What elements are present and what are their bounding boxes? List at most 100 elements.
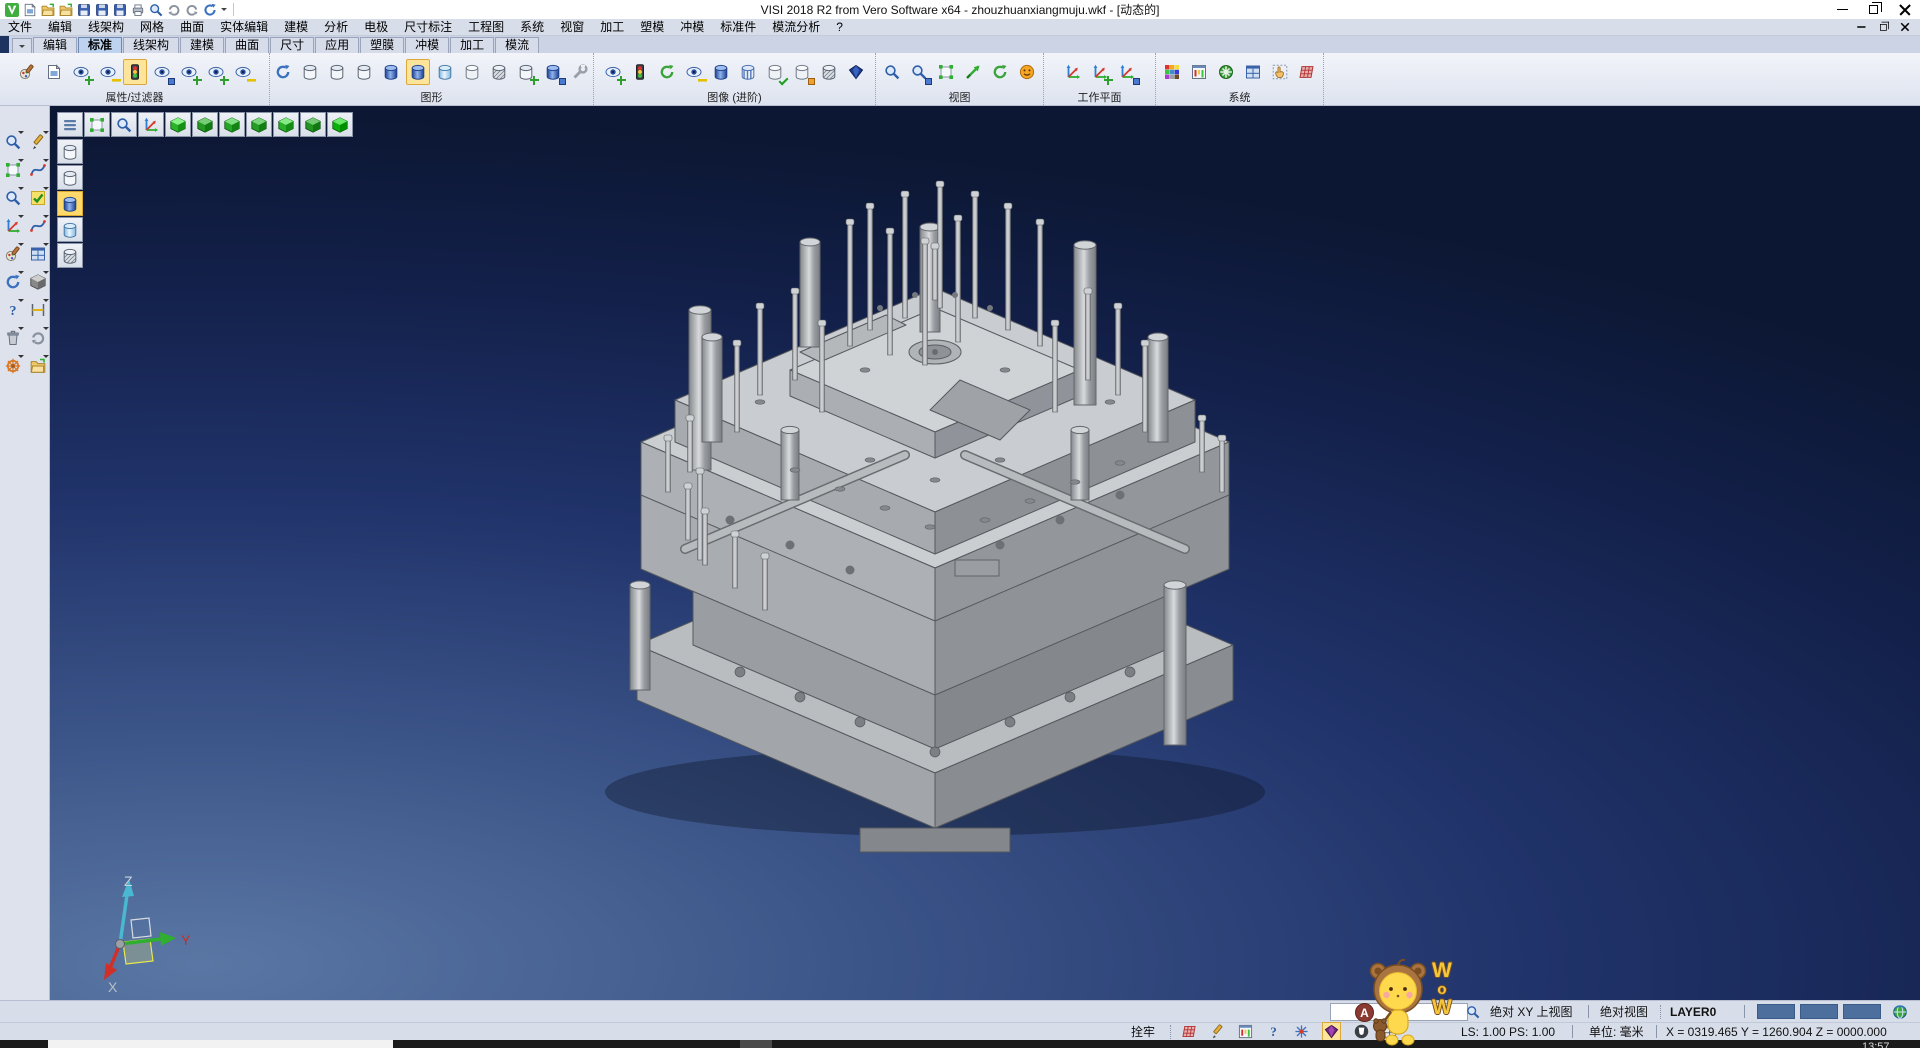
confirm-check-button[interactable] [26, 186, 49, 210]
meshed-cylinder-button[interactable] [817, 59, 841, 85]
print-icon[interactable] [131, 3, 145, 17]
tab-standard[interactable]: 标准 [78, 37, 122, 53]
tab-modeling[interactable]: 建模 [180, 37, 224, 53]
tab-application[interactable]: 应用 [315, 37, 359, 53]
display-wireframe-button[interactable] [57, 139, 83, 164]
capture-grid-icon[interactable] [1182, 1024, 1197, 1039]
layer-color-swatch-3[interactable] [1843, 1001, 1881, 1022]
show-all-button[interactable] [204, 59, 228, 85]
taskbar-button[interactable] [740, 1040, 772, 1048]
solid-cube-button[interactable] [26, 270, 49, 294]
visibility-manager-advanced-button[interactable] [628, 59, 652, 85]
workplane-triad-button[interactable] [1, 214, 24, 238]
verified-cylinder-button[interactable] [763, 59, 787, 85]
sketch-spline-button[interactable] [26, 214, 49, 238]
quick-help-icon[interactable] [1266, 1024, 1281, 1039]
zoom-assembly-button[interactable] [111, 112, 137, 137]
hide-entities-button[interactable] [96, 59, 120, 85]
zoom-window-button[interactable] [907, 59, 931, 85]
flat-cylinder-button[interactable] [460, 59, 484, 85]
visibility-manager-button[interactable] [123, 59, 147, 85]
menu-drawing[interactable]: 工程图 [460, 19, 512, 36]
history-icon[interactable] [203, 3, 217, 17]
redo-icon[interactable] [185, 3, 199, 17]
active-layer-label[interactable]: LAYER0 [1670, 1001, 1716, 1022]
menu-edit[interactable]: 编辑 [40, 19, 80, 36]
menu-system[interactable]: 系统 [512, 19, 552, 36]
menu-window[interactable]: 视窗 [552, 19, 592, 36]
menu-standard-parts[interactable]: 标准件 [712, 19, 764, 36]
view-mode-label[interactable]: 绝对视图 [1600, 1001, 1648, 1022]
zoom-frame-button[interactable] [934, 59, 958, 85]
dashed-cylinder-button[interactable] [352, 59, 376, 85]
view-cube-right-button[interactable] [300, 112, 326, 137]
display-translucent-button[interactable] [57, 217, 83, 242]
sketch-pencil-button[interactable] [26, 130, 49, 154]
view-cube-back-button[interactable] [246, 112, 272, 137]
shaded-cylinder-button[interactable] [379, 59, 403, 85]
show-entities-button[interactable] [69, 59, 93, 85]
menu-progress[interactable]: 冲模 [672, 19, 712, 36]
menu-modeling[interactable]: 建模 [276, 19, 316, 36]
attribute-paint-button[interactable] [15, 59, 39, 85]
render-options-button[interactable] [568, 59, 592, 85]
new-file-icon[interactable] [23, 3, 37, 17]
view-refresh-button[interactable] [988, 59, 1012, 85]
view-face-button[interactable] [1015, 59, 1039, 85]
save-sync-icon[interactable] [113, 3, 127, 17]
menu-solid-edit[interactable]: 实体编辑 [212, 19, 276, 36]
menu-help[interactable]: ? [828, 19, 851, 36]
undo-action-button[interactable] [26, 326, 49, 350]
tab-mould[interactable]: 塑膜 [360, 37, 404, 53]
regenerate-button[interactable] [271, 59, 295, 85]
attribute-copy-button[interactable] [42, 59, 66, 85]
view-menu-button[interactable] [57, 112, 83, 137]
zoom-frame-button[interactable] [1, 158, 24, 182]
grid-hand-button[interactable] [1268, 59, 1292, 85]
tab-dropdown-button[interactable] [12, 38, 32, 53]
doc-minimize-button[interactable] [1853, 21, 1870, 33]
workplane-entity-button[interactable] [1088, 59, 1112, 85]
plane-grid-button[interactable] [26, 242, 49, 266]
qat-dropdown-icon[interactable] [221, 8, 227, 14]
menu-dimension[interactable]: 尺寸标注 [396, 19, 460, 36]
close-button[interactable] [1889, 0, 1920, 19]
layer-columns-icon[interactable] [1238, 1024, 1253, 1039]
view-orientation-label[interactable]: 绝对 XY 上视图 [1490, 1001, 1572, 1022]
file-browser-button[interactable] [26, 354, 49, 378]
mesh-grid-button[interactable] [1295, 59, 1319, 85]
attribute-paint-button[interactable] [1, 242, 24, 266]
doc-restore-button[interactable] [1875, 21, 1892, 33]
swap-visibility-button[interactable] [150, 59, 174, 85]
view-arrow-button[interactable] [961, 59, 985, 85]
measure-distance-button[interactable] [26, 298, 49, 322]
menu-electrode[interactable]: 电极 [356, 19, 396, 36]
tab-flow[interactable]: 模流 [495, 37, 539, 53]
3d-mold-model[interactable]: Z Y X [50, 106, 1920, 1000]
desktop-mascot[interactable]: W o W [1368, 958, 1493, 1048]
snap-point-icon[interactable] [1294, 1024, 1309, 1039]
view-cube-bottom-button[interactable] [192, 112, 218, 137]
units-label[interactable]: 单位: 毫米 [1589, 1023, 1644, 1040]
open-file-icon[interactable] [41, 3, 55, 17]
solid-display-icon[interactable] [1322, 1022, 1341, 1041]
undo-icon[interactable] [167, 3, 181, 17]
help-question-button[interactable] [1, 298, 24, 322]
view-triad-button[interactable] [138, 112, 164, 137]
system-tools-button[interactable] [1214, 59, 1238, 85]
import-file-icon[interactable] [59, 3, 73, 17]
hide-all-button[interactable] [231, 59, 255, 85]
menu-wireframe[interactable]: 线架构 [80, 19, 132, 36]
hidden-line-cylinder-button[interactable] [325, 59, 349, 85]
zoom-solid-button[interactable] [1, 186, 24, 210]
color-palette-button[interactable] [1160, 59, 1184, 85]
tab-surface[interactable]: 曲面 [225, 37, 269, 53]
delete-trash-button[interactable] [1, 326, 24, 350]
menu-machining[interactable]: 加工 [592, 19, 632, 36]
view-cube-left-button[interactable] [273, 112, 299, 137]
sketch-curve-button[interactable] [26, 158, 49, 182]
edit-pencil-icon[interactable] [1210, 1024, 1225, 1039]
refresh-shading-button[interactable] [655, 59, 679, 85]
menu-mesh[interactable]: 网格 [132, 19, 172, 36]
tab-wireframe[interactable]: 线架构 [123, 37, 179, 53]
